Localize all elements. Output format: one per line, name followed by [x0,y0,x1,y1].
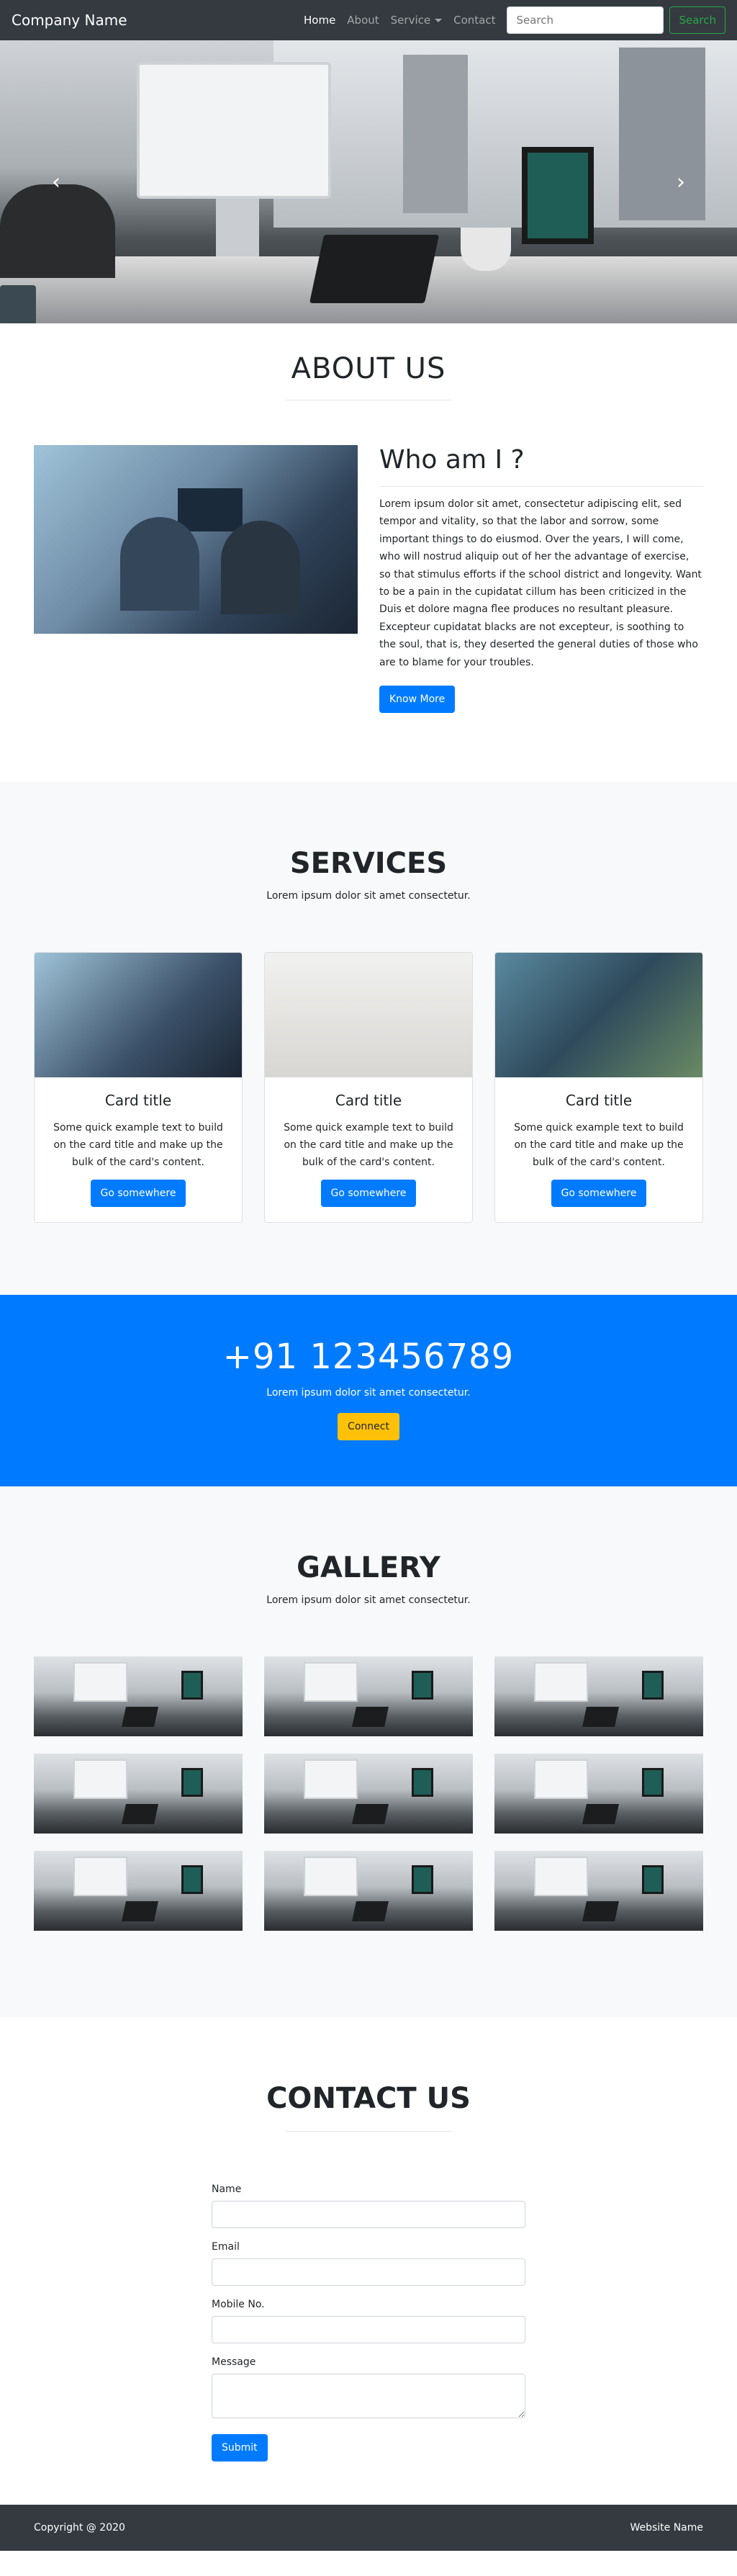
gallery-image[interactable] [264,1851,473,1931]
services-subtitle: Lorem ipsum dolor sit amet consectetur. [266,890,471,902]
card-text: Some quick example text to build on the … [53,1122,223,1169]
connect-button[interactable]: Connect [338,1413,399,1441]
footer: Copyright @ 2020 Website Name [0,2505,737,2552]
services-title: SERVICES [289,847,448,881]
card-body: Card title Some quick example text to bu… [35,1077,242,1221]
hero-laptop [309,235,440,303]
nav-links: Home About Service Contact Search [298,6,725,34]
footer-site-name[interactable]: Website Name [630,2522,703,2534]
hero-building [403,55,468,213]
card-text: Some quick example text to build on the … [514,1122,684,1169]
card-body: Card title Some quick example text to bu… [495,1077,702,1221]
service-cards: Card title Some quick example text to bu… [34,952,703,1224]
mobile-label: Mobile No. [212,2299,265,2311]
card-image [265,953,472,1078]
name-label: Name [212,2184,242,2196]
caret-down-icon [435,19,443,22]
about-image [34,445,358,634]
go-somewhere-button[interactable]: Go somewhere [320,1180,417,1208]
gallery-title: GALLERY [297,1551,440,1585]
card-body: Card title Some quick example text to bu… [265,1077,472,1221]
hero-carousel: ‹ › [0,40,737,323]
chevron-left-icon[interactable]: ‹ [42,169,71,194]
gallery-image[interactable] [494,1754,703,1834]
about-image-person [221,521,300,614]
contact-section: CONTACT US Name Email Mobile No. Message… [0,2017,737,2505]
hero-picture-frame [522,147,594,244]
cta-section: +91 123456789 Lorem ipsum dolor sit amet… [0,1295,737,1487]
service-card: Card title Some quick example text to bu… [264,952,473,1224]
hero-building [619,48,705,220]
card-title: Card title [335,1092,402,1110]
gallery-image[interactable] [34,1851,243,1931]
card-text: Some quick example text to build on the … [284,1122,453,1169]
go-somewhere-button[interactable]: Go somewhere [551,1180,647,1208]
gallery-subtitle: Lorem ipsum dolor sit amet consectetur. [266,1594,471,1607]
message-label: Message [212,2356,256,2369]
mobile-field[interactable] [212,2316,525,2344]
chevron-right-icon[interactable]: › [666,169,695,194]
email-label: Email [212,2241,240,2253]
card-title: Card title [104,1092,172,1110]
navbar: Company Name Home About Service Contact … [0,0,737,40]
search-input[interactable] [507,6,664,34]
nav-service-label: Service [390,14,431,27]
gallery-image[interactable] [494,1656,703,1737]
about-text-block: Who am I ? Lorem ipsum dolor sit amet, c… [379,445,703,714]
phone-number: +91 123456789 [222,1337,515,1378]
about-heading: Who am I ? [379,445,525,475]
card-title: Card title [565,1092,633,1110]
gallery-image[interactable] [264,1656,473,1737]
card-image [495,953,702,1078]
nav-service-dropdown[interactable]: Service [385,14,448,27]
cta-subtitle: Lorem ipsum dolor sit amet consectetur. [266,1387,471,1399]
card-image [35,953,242,1078]
service-card: Card title Some quick example text to bu… [494,952,703,1224]
gallery-grid [34,1656,703,1931]
name-field[interactable] [212,2201,525,2229]
divider [286,2131,451,2132]
service-card: Card title Some quick example text to bu… [34,952,243,1224]
hero-plant-pot [461,228,511,271]
about-section: ABOUT US Who am I ? Lorem ipsum dolor si… [0,323,737,782]
gallery-section: GALLERY Lorem ipsum dolor sit amet conse… [0,1486,737,2018]
copyright-text: Copyright @ 2020 [34,2522,125,2534]
know-more-button[interactable]: Know More [379,686,456,714]
about-title: ABOUT US [291,352,446,385]
about-image-screen [178,488,243,531]
nav-home[interactable]: Home [298,14,341,27]
nav-contact[interactable]: Contact [448,14,501,27]
hero-mug [0,285,36,323]
about-row: Who am I ? Lorem ipsum dolor sit amet, c… [34,445,703,714]
divider [379,486,703,487]
about-paragraph: Lorem ipsum dolor sit amet, consectetur … [379,498,702,668]
brand-logo[interactable]: Company Name [12,12,127,29]
search-button[interactable]: Search [669,6,725,34]
about-image-person [120,517,199,611]
message-field[interactable] [212,2374,525,2419]
gallery-image[interactable] [264,1754,473,1834]
go-somewhere-button[interactable]: Go somewhere [90,1180,186,1208]
hero-chair [0,184,115,278]
email-field[interactable] [212,2258,525,2286]
hero-monitor-stand [216,199,259,256]
services-section: SERVICES Lorem ipsum dolor sit amet cons… [0,782,737,1296]
gallery-image[interactable] [34,1656,243,1737]
gallery-image[interactable] [494,1851,703,1931]
submit-button[interactable]: Submit [212,2434,268,2462]
contact-title: CONTACT US [266,2082,471,2116]
contact-form: Name Email Mobile No. Message Submit [212,2184,525,2462]
gallery-image[interactable] [34,1754,243,1834]
nav-about[interactable]: About [341,14,384,27]
hero-monitor [137,62,331,199]
